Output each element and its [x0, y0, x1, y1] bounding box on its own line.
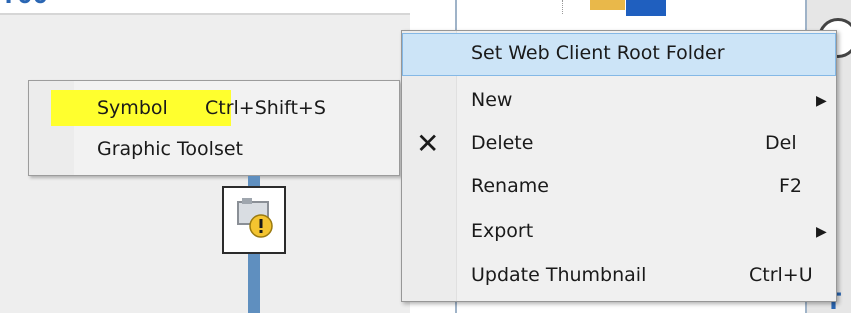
menu-item-delete[interactable]: ✕ Delete Del	[402, 123, 836, 166]
menu-item-symbol[interactable]: Symbol Ctrl+Shift+S	[29, 88, 399, 128]
menu-item-label: Set Web Client Root Folder	[471, 42, 725, 64]
menu-item-label: Graphic Toolset	[97, 138, 243, 160]
menu-item-label: Symbol	[97, 97, 168, 119]
menu-item-new[interactable]: New ▶	[402, 80, 836, 123]
menu-item-update-thumbnail[interactable]: Update Thumbnail Ctrl+U	[402, 255, 836, 298]
menu-item-label: Update Thumbnail	[471, 264, 647, 286]
warning-icon	[237, 198, 273, 238]
folder-icon	[590, 0, 625, 10]
menu-item-label: Rename	[471, 175, 549, 197]
menu-item-label: Export	[471, 220, 534, 242]
menu-item-set-web-client-root-folder[interactable]: Set Web Client Root Folder	[402, 33, 836, 76]
menu-item-shortcut: F2	[779, 175, 803, 197]
submenu-arrow-icon: ▶	[816, 224, 827, 240]
menu-item-shortcut: Del	[765, 132, 797, 154]
menu-item-label: Delete	[471, 132, 534, 154]
menu-item-graphic-toolset[interactable]: Graphic Toolset	[29, 129, 399, 169]
menu-item-shortcut: Ctrl+U	[749, 264, 813, 286]
tree-connector	[562, 0, 571, 14]
selected-tree-node[interactable]	[626, 0, 666, 16]
panel-divider	[0, 13, 410, 15]
menu-item-export[interactable]: Export ▶	[402, 211, 836, 254]
menu-item-shortcut: Ctrl+Shift+S	[205, 97, 326, 119]
menu-item-label: New	[471, 89, 513, 111]
close-icon: ✕	[416, 127, 440, 160]
submenu-arrow-icon: ▶	[816, 93, 827, 109]
menu-item-rename[interactable]: Rename F2	[402, 166, 836, 209]
context-menu: Set Web Client Root Folder New ▶ ✕ Delet…	[401, 30, 837, 302]
cropped-accent: T00	[0, 0, 48, 9]
graphic-warning-node[interactable]	[222, 186, 286, 254]
symbol-popup-menu: Symbol Ctrl+Shift+S Graphic Toolset	[28, 80, 400, 176]
